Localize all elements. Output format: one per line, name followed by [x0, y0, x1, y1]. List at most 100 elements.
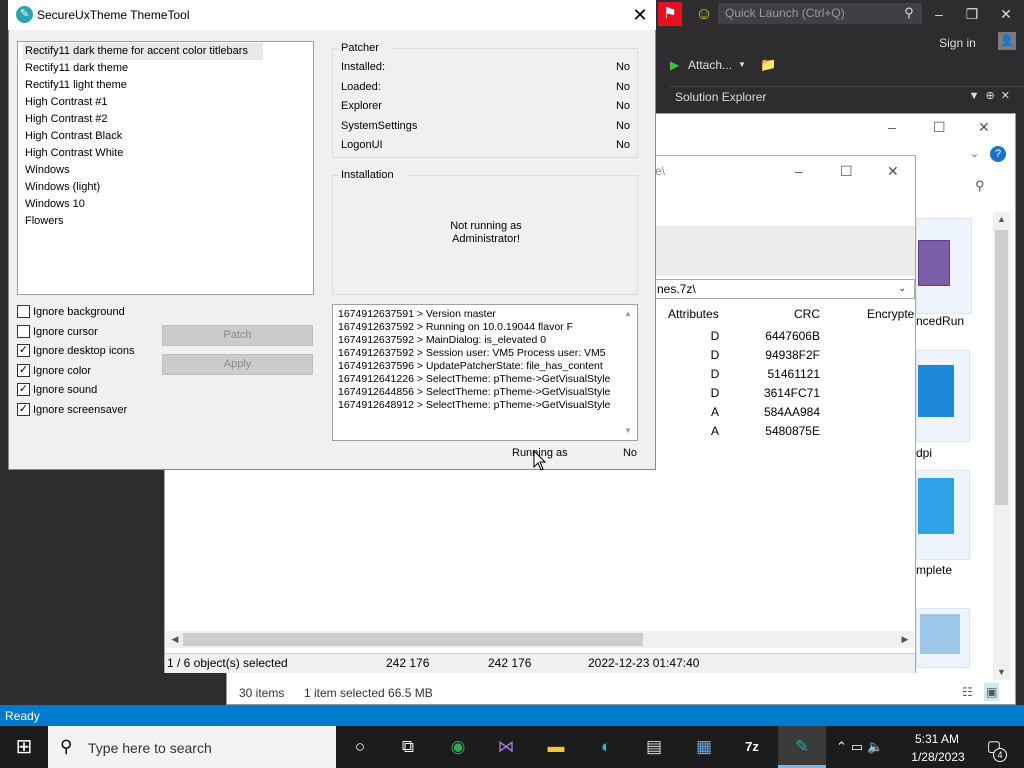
patcher-row-value: No — [615, 120, 630, 132]
windows-file-icon — [918, 365, 954, 417]
theme-item[interactable]: Rectify11 light theme — [25, 77, 285, 94]
apply-button[interactable]: Apply — [162, 354, 313, 375]
system-tray-icons[interactable]: ⌃▭🔈 — [836, 736, 908, 758]
theme-item[interactable]: High Contrast #1 — [25, 94, 285, 111]
ignore-screensaver-checkbox[interactable]: ✓ — [17, 403, 30, 416]
attach-button[interactable]: Attach... — [688, 57, 743, 73]
selection-status: 1 / 6 object(s) selected — [167, 656, 288, 670]
sign-in-link[interactable]: Sign in — [930, 34, 985, 52]
help-icon[interactable]: ? — [990, 146, 1006, 162]
edge-icon[interactable]: ◐ — [590, 731, 622, 763]
quick-launch-input[interactable]: Quick Launch (Ctrl+Q) — [718, 3, 922, 24]
clock-time[interactable]: 5:31 AM — [912, 731, 962, 747]
installation-message-line: Not running as — [450, 220, 522, 232]
modified-date: 2022-12-23 01:47:40 — [588, 656, 700, 670]
view-mode-icons[interactable]: ☷ ▣ — [962, 683, 1006, 701]
themetool-icon[interactable]: ✎ — [786, 731, 818, 763]
pane-controls-icon[interactable]: ▼⊕✕ — [966, 88, 1016, 104]
theme-item-selected[interactable]: Rectify11 dark theme for accent color ti… — [23, 43, 263, 60]
scrollbar-thumb[interactable] — [183, 633, 643, 646]
ignore-cursor-checkbox[interactable] — [17, 325, 30, 338]
search-icon[interactable]: ⚲ — [900, 4, 918, 22]
scrollbar-thumb[interactable] — [995, 230, 1008, 505]
theme-item[interactable]: Windows — [25, 162, 285, 179]
column-header-crc[interactable]: CRC — [770, 306, 820, 322]
address-path[interactable]: nes.7z\ — [657, 281, 857, 297]
mouse-cursor-icon — [533, 450, 547, 471]
maximize-icon[interactable]: ☐ — [840, 160, 853, 182]
task-view-icon[interactable]: ⧉ — [392, 731, 424, 763]
taskbar-search-placeholder[interactable]: Type here to search — [88, 739, 288, 757]
checkbox-label[interactable]: Ignore color — [33, 363, 163, 379]
theme-item[interactable]: Windows (light) — [25, 179, 285, 196]
theme-item[interactable]: High Contrast Black — [25, 128, 285, 145]
search-icon[interactable]: ⚲ — [60, 736, 82, 758]
patcher-row-label: Loaded: — [341, 81, 381, 93]
explorer-window-controls[interactable]: – ☐ ✕ — [878, 116, 1008, 138]
explorer-search-icon[interactable]: ⚲ — [975, 178, 991, 194]
chevron-down-icon[interactable]: ▼ — [738, 57, 748, 73]
theme-item[interactable]: Flowers — [25, 213, 285, 230]
scroll-up-icon[interactable]: ▲ — [993, 212, 1010, 226]
tray-overflow-chevron-icon[interactable]: ⌃ — [836, 739, 851, 754]
scroll-right-icon[interactable]: ▶ — [898, 633, 912, 646]
details-view-icon[interactable]: ☷ — [962, 683, 973, 701]
minimize-icon[interactable]: – — [888, 116, 896, 138]
maximize-icon[interactable]: ☐ — [933, 116, 946, 138]
file-explorer-icon[interactable]: ▬ — [540, 731, 572, 763]
vs-minimize-button[interactable]: – — [923, 4, 955, 24]
7zip-icon[interactable]: 7z — [736, 731, 768, 763]
vs-close-button[interactable]: ✕ — [990, 4, 1022, 24]
patcher-row-label: LogonUI — [341, 139, 383, 151]
chrome-icon[interactable]: ◉ — [442, 731, 474, 763]
close-icon[interactable]: ✕ — [887, 160, 899, 182]
smiley-feedback-icon[interactable]: ☺ — [692, 4, 716, 24]
ribbon-expand-chevron-icon[interactable]: ⌄ — [970, 147, 984, 161]
theme-item[interactable]: Windows 10 — [25, 196, 285, 213]
checkbox-label[interactable]: Ignore desktop icons — [33, 343, 163, 359]
sevenzip-title-path: e\ — [655, 164, 666, 178]
theme-item[interactable]: Rectify11 dark theme — [25, 60, 285, 77]
chevron-down-icon[interactable]: ⌄ — [898, 281, 912, 297]
scroll-down-icon[interactable]: ▼ — [993, 665, 1010, 679]
windows-start-icon[interactable]: ⊞ — [0, 726, 48, 768]
row-crc: 3614FC71 — [763, 386, 820, 400]
sevenzip-window-controls[interactable]: – ☐ ✕ — [790, 160, 910, 182]
column-header-attributes[interactable]: Attributes — [668, 306, 728, 322]
store-icon[interactable]: ▦ — [688, 731, 720, 763]
cortana-icon[interactable]: ○ — [344, 731, 376, 763]
checkbox-label[interactable]: Ignore cursor — [33, 324, 163, 340]
network-icon[interactable]: ▭ — [851, 739, 867, 754]
large-icons-view-icon[interactable]: ▣ — [984, 683, 1000, 701]
scroll-left-icon[interactable]: ◀ — [168, 633, 182, 646]
toolbar-folder-icon[interactable]: 📁 — [760, 56, 786, 74]
volume-icon[interactable]: 🔈 — [867, 739, 887, 754]
scroll-down-icon[interactable]: ▼ — [621, 425, 635, 437]
ignore-desktop-icons-checkbox[interactable]: ✓ — [17, 344, 30, 357]
notepad-icon[interactable]: ▤ — [638, 731, 670, 763]
visual-studio-icon[interactable]: ⋈ — [490, 731, 522, 763]
account-avatar-icon[interactable]: 👤 — [998, 32, 1016, 50]
column-header-encrypted[interactable]: Encrypte — [867, 306, 915, 322]
minimize-icon[interactable]: – — [795, 160, 803, 182]
ignore-color-checkbox[interactable]: ✓ — [17, 364, 30, 377]
checkbox-label[interactable]: Ignore background — [33, 304, 163, 320]
ignore-sound-checkbox[interactable]: ✓ — [17, 383, 30, 396]
patch-button[interactable]: Patch — [162, 325, 313, 346]
clock-date[interactable]: 1/28/2023 — [906, 749, 970, 765]
log-scrollbar[interactable] — [620, 305, 637, 440]
ignore-background-checkbox[interactable] — [17, 305, 30, 318]
checkbox-label[interactable]: Ignore screensaver — [33, 402, 163, 418]
patcher-row-value: No — [615, 139, 630, 151]
checkbox-label[interactable]: Ignore sound — [33, 382, 163, 398]
play-icon[interactable]: ▶ — [670, 57, 684, 73]
close-button[interactable]: ✕ — [627, 4, 653, 26]
log-line: 1674912644856 > SelectTheme: pTheme->Get… — [338, 386, 611, 398]
theme-item[interactable]: High Contrast White — [25, 145, 285, 162]
theme-item[interactable]: High Contrast #2 — [25, 111, 285, 128]
vs-restore-button[interactable]: ❐ — [956, 4, 988, 24]
close-icon[interactable]: ✕ — [978, 116, 990, 138]
log-line: 1674912637592 > MainDialog: is_elevated … — [338, 334, 547, 346]
feedback-flag-icon[interactable]: ⚑ — [658, 2, 682, 26]
scroll-up-icon[interactable]: ▲ — [621, 308, 635, 320]
